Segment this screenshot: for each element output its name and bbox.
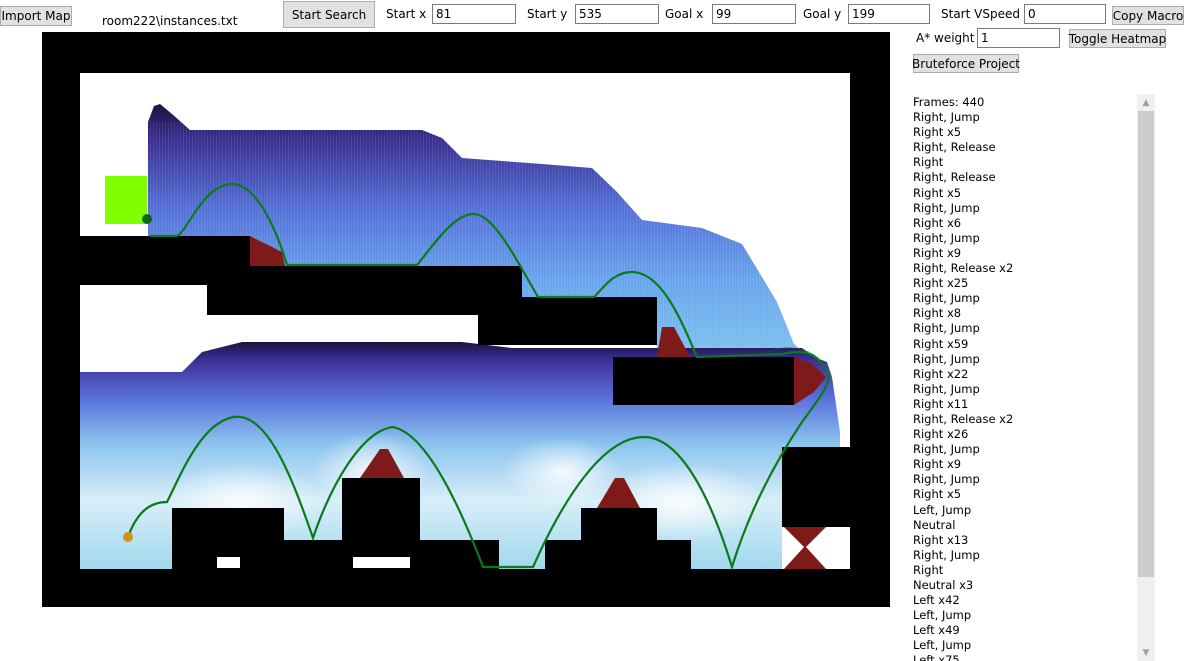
macro-list-item[interactable]: Right	[913, 155, 1133, 170]
macro-list-item[interactable]: Right x9	[913, 246, 1133, 261]
macro-list-item[interactable]: Right x11	[913, 397, 1133, 412]
macro-list-item[interactable]: Left x75	[913, 653, 1133, 661]
macro-list-item[interactable]: Right, Jump	[913, 291, 1133, 306]
start-search-button[interactable]: Start Search	[283, 1, 375, 28]
start-y-input[interactable]: 535	[575, 4, 659, 24]
macro-list[interactable]: Frames: 440 Right, Jump Right x5 Right, Rel…	[913, 95, 1133, 661]
macro-list-item[interactable]: Left, Jump	[913, 608, 1133, 623]
macro-list-item[interactable]: Right, Jump	[913, 201, 1133, 216]
macro-list-item[interactable]: Right, Jump	[913, 548, 1133, 563]
macro-list-item[interactable]: Frames: 440	[913, 95, 1133, 110]
macro-list-item[interactable]: Right x5	[913, 186, 1133, 201]
toggle-heatmap-button[interactable]: Toggle Heatmap	[1069, 29, 1166, 48]
goal-zone	[105, 176, 147, 224]
file-path-label: room222\instances.txt	[102, 14, 238, 28]
start-vspeed-label: Start VSpeed	[941, 7, 1020, 21]
start-x-input[interactable]: 81	[432, 4, 516, 24]
macro-list-item[interactable]: Right, Jump	[913, 352, 1133, 367]
start-marker	[123, 532, 133, 542]
macro-list-item[interactable]: Right x5	[913, 125, 1133, 140]
macro-list-item[interactable]: Right, Release x2	[913, 261, 1133, 276]
macro-list-item[interactable]: Left, Jump	[913, 638, 1133, 653]
macro-list-item[interactable]: Neutral x3	[913, 578, 1133, 593]
start-y-label: Start y	[527, 7, 568, 21]
astar-weight-input[interactable]: 1	[977, 28, 1060, 48]
macro-list-item[interactable]: Right, Jump	[913, 321, 1133, 336]
chevron-down-icon[interactable]: ▼	[1137, 644, 1155, 661]
macro-list-item[interactable]: Right x26	[913, 427, 1133, 442]
goal-x-input[interactable]: 99	[712, 4, 796, 24]
macro-list-item[interactable]: Right, Jump	[913, 231, 1133, 246]
macro-list-item[interactable]: Left, Jump	[913, 503, 1133, 518]
macro-list-item[interactable]: Right x22	[913, 367, 1133, 382]
macro-list-item[interactable]: Right, Release	[913, 140, 1133, 155]
macro-list-item[interactable]: Right	[913, 563, 1133, 578]
bruteforce-project-button[interactable]: Bruteforce Project	[912, 54, 1020, 73]
start-x-label: Start x	[386, 7, 427, 21]
macro-list-item[interactable]: Right, Jump	[913, 472, 1133, 487]
macro-list-item[interactable]: Right x25	[913, 276, 1133, 291]
macro-list-item[interactable]: Left x42	[913, 593, 1133, 608]
macro-list-item[interactable]: Right x8	[913, 306, 1133, 321]
macro-list-item[interactable]: Neutral	[913, 518, 1133, 533]
astar-weight-label: A* weight	[916, 31, 975, 45]
goal-x-label: Goal x	[665, 7, 704, 21]
macro-list-item[interactable]: Right x13	[913, 533, 1133, 548]
macro-list-item[interactable]: Left x49	[913, 623, 1133, 638]
map-canvas[interactable]	[42, 32, 890, 607]
goal-y-input[interactable]: 199	[848, 4, 930, 24]
macro-list-item[interactable]: Right x6	[913, 216, 1133, 231]
scrollbar-thumb[interactable]	[1138, 111, 1154, 577]
macro-list-scrollbar[interactable]: ▲ ▼	[1137, 94, 1155, 661]
chevron-up-icon[interactable]: ▲	[1137, 94, 1155, 111]
macro-list-item[interactable]: Right, Release	[913, 170, 1133, 185]
start-vspeed-input[interactable]: 0	[1024, 4, 1106, 24]
map-view[interactable]	[42, 32, 890, 607]
macro-list-item[interactable]: Right, Release x2	[913, 412, 1133, 427]
macro-list-item[interactable]: Right, Jump	[913, 110, 1133, 125]
macro-list-item[interactable]: Right x9	[913, 457, 1133, 472]
macro-list-item[interactable]: Right, Jump	[913, 442, 1133, 457]
goal-marker	[142, 214, 152, 224]
copy-macro-button[interactable]: Copy Macro	[1112, 6, 1184, 25]
macro-list-item[interactable]: Right, Jump	[913, 382, 1133, 397]
import-map-button[interactable]: Import Map	[0, 6, 72, 26]
goal-y-label: Goal y	[803, 7, 842, 21]
macro-list-item[interactable]: Right x59	[913, 337, 1133, 352]
macro-list-item[interactable]: Right x5	[913, 487, 1133, 502]
